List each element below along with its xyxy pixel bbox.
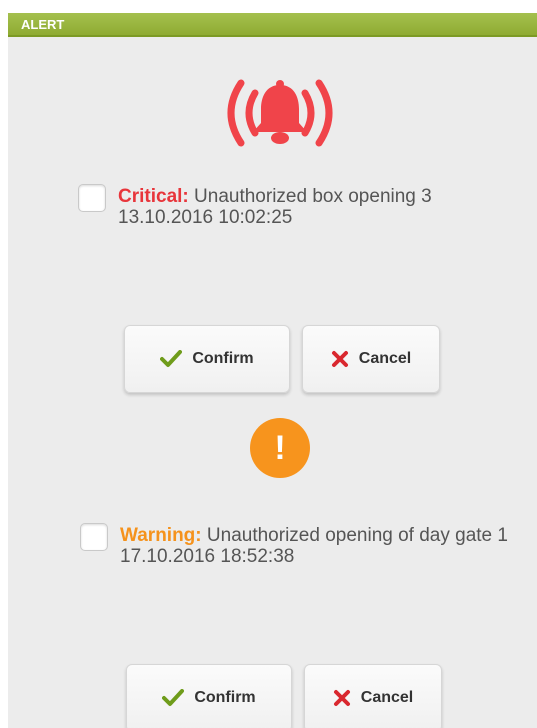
confirm-button-label: Confirm [192, 350, 254, 367]
checkmark-icon [162, 689, 185, 706]
x-icon [333, 690, 350, 706]
alert-window: ALERT Critical: Unauthorized box opening… [8, 13, 537, 728]
confirm-button[interactable]: Confirm [126, 664, 292, 728]
confirm-button-label: Confirm [194, 689, 256, 706]
cancel-button[interactable]: Cancel [304, 664, 442, 728]
cancel-button-label: Cancel [360, 689, 414, 706]
x-icon [331, 351, 348, 367]
checkmark-icon [160, 350, 183, 367]
cancel-button-label: Cancel [358, 350, 412, 367]
title-bar: ALERT [8, 13, 537, 37]
confirm-button[interactable]: Confirm [124, 325, 290, 393]
alert-message-critical: Critical: Unauthorized box opening 3 13.… [118, 186, 508, 228]
alert-message-warning: Warning: Unauthorized opening of day gat… [120, 525, 510, 567]
severity-label-warning: Warning: [120, 525, 202, 546]
window-title: ALERT [21, 17, 65, 32]
exclamation-icon: ! [250, 418, 310, 478]
severity-label-critical: Critical: [118, 186, 189, 207]
cancel-button[interactable]: Cancel [302, 325, 440, 393]
alarm-bell-icon [227, 79, 333, 147]
alert-checkbox-warning[interactable] [80, 523, 108, 551]
alert-checkbox-critical[interactable] [78, 184, 106, 212]
